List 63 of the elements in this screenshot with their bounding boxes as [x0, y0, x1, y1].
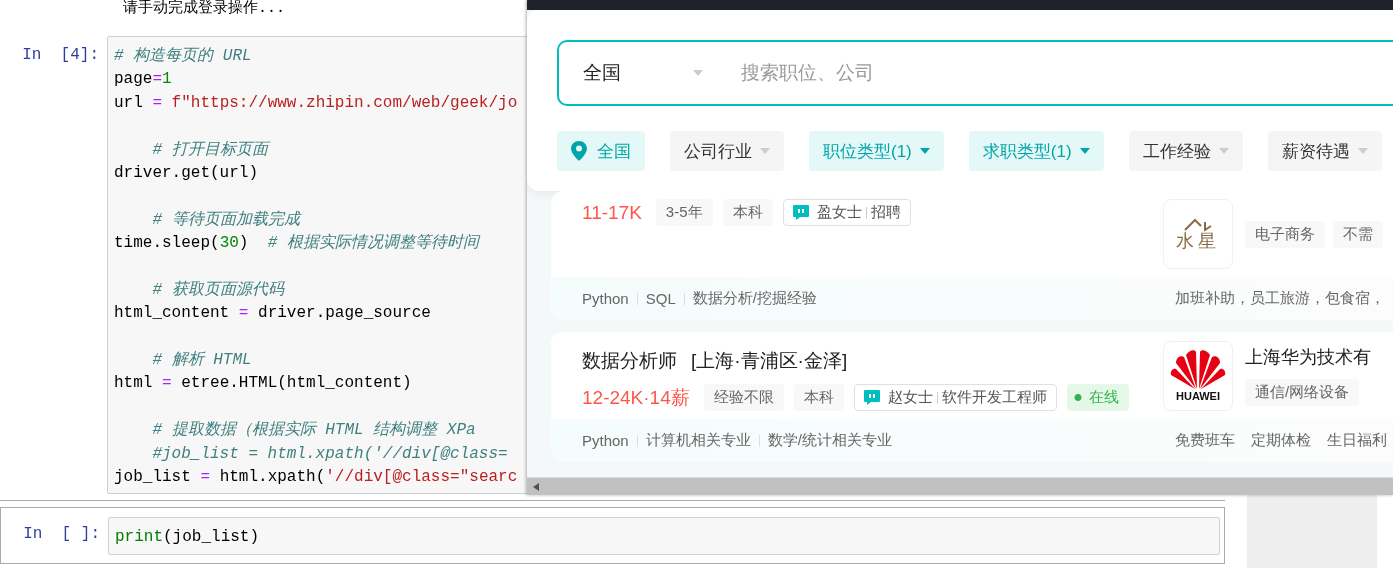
job-tag: 经验不限 [703, 384, 784, 411]
city-selector[interactable]: 全国 [583, 60, 693, 86]
filter-chip[interactable]: 公司行业 [670, 131, 784, 171]
company-tag: 电子商务 [1245, 220, 1325, 248]
job-tag: 本科 [793, 384, 844, 411]
skill-tag: SQL [645, 290, 676, 307]
company-name[interactable]: 上海华为技术有 [1245, 345, 1371, 369]
caret-icon [693, 70, 703, 76]
benefit-text: 定期体检 [1251, 431, 1311, 450]
code-line: html_content = driver.page_source [114, 303, 431, 325]
code-line: # 构造每页的 URL [114, 46, 252, 67]
code-line: driver.get(url) [114, 162, 259, 184]
benefit-text: 生日福利 [1327, 431, 1387, 450]
job-card[interactable]: 数据分析师 [上海·青浦区·金泽] 12-24K·14薪 经验不限 本科 赵女士 软件开发工程师 在线 HUAWEI 上海华为技术有 通信/网络设备 Python 计算机相关专业 数学/统计相关专业 免费班车 定期体检 生日福利 [551, 332, 1393, 462]
code-line: html = etree.HTML(html_content) [114, 373, 412, 395]
filter-chip[interactable]: 薪资待遇 [1267, 131, 1382, 171]
company-tag: 通信/网络设备 [1245, 379, 1360, 406]
skill-tag: 数据分析/挖掘经验 [692, 289, 817, 308]
benefit-text: 免费班车 [1175, 431, 1235, 450]
company-logo: 水星 [1163, 199, 1233, 269]
skill-tag: 计算机相关专业 [645, 431, 751, 450]
code-line: #job_list = html.xpath('//div[@class= [151, 443, 508, 465]
recruiter-chip[interactable]: 盈女士 招聘 [782, 199, 911, 226]
code-line: url = f"https://www.zhipin.com/web/geek/jo [114, 92, 518, 114]
code-line: # 获取页面源代码 [151, 279, 284, 301]
code-line: print(job_list) [115, 527, 260, 549]
code-input[interactable]: print(job_list) [108, 517, 1220, 556]
job-location: [上海·青浦区·金泽] [691, 349, 848, 373]
code-line: page=1 [114, 69, 172, 91]
code-line: # 提取数据（根据实际 HTML 结构调整 XPa [151, 419, 476, 442]
job-card[interactable]: 11-17K 3-5年 本科 盈女士 招聘 水星 电子商务 不需 Python SQL 数据分析/挖掘经验 加班补助，员工旅游，包食宿， [551, 191, 1393, 320]
skill-tag: Python [582, 290, 629, 307]
recruiter-chip[interactable]: 赵女士 软件开发工程师 [853, 384, 1057, 411]
job-tag: 本科 [722, 199, 773, 226]
caret-icon [1218, 148, 1229, 154]
chat-icon [792, 205, 809, 220]
code-line: # 解析 HTML [151, 350, 252, 372]
cell-prompt: In [4]: [21, 45, 100, 66]
job-title[interactable]: 数据分析师 [582, 348, 677, 374]
code-line: job_list = html.xpath('//div[@class="searc [114, 467, 518, 489]
scroll-left-icon[interactable] [533, 483, 539, 491]
salary-text: 11-17K [582, 201, 642, 224]
code-line: # 等待页面加载完成 [151, 209, 300, 231]
salary-text: 12-24K·14薪 [582, 385, 690, 410]
output-text: 请手动完成登录操作... [123, 0, 285, 17]
company-tag: 不需 [1333, 220, 1383, 248]
caret-icon [760, 148, 770, 154]
chat-icon [863, 390, 880, 405]
company-logo: HUAWEI [1163, 340, 1233, 411]
code-line: time.sleep(30) # 根据实际情况调整等待时间 [114, 232, 479, 255]
skill-tag: Python [582, 432, 629, 449]
job-tag: 3-5年 [655, 199, 713, 226]
caret-icon [919, 148, 930, 154]
benefit-text: 加班补助，员工旅游，包食宿， [1175, 289, 1385, 308]
skill-tag: 数学/统计相关专业 [767, 431, 892, 450]
location-pin-icon [571, 141, 587, 161]
horizontal-scrollbar[interactable] [527, 477, 1393, 495]
caret-icon [1357, 148, 1368, 154]
search-box[interactable]: 全国 搜索职位、公司 [557, 40, 1393, 106]
caret-icon [1079, 148, 1090, 154]
cell-prompt: In [ ]: [22, 524, 101, 546]
online-badge: 在线 [1066, 384, 1129, 411]
filter-chip[interactable]: 工作经验 [1128, 131, 1243, 171]
